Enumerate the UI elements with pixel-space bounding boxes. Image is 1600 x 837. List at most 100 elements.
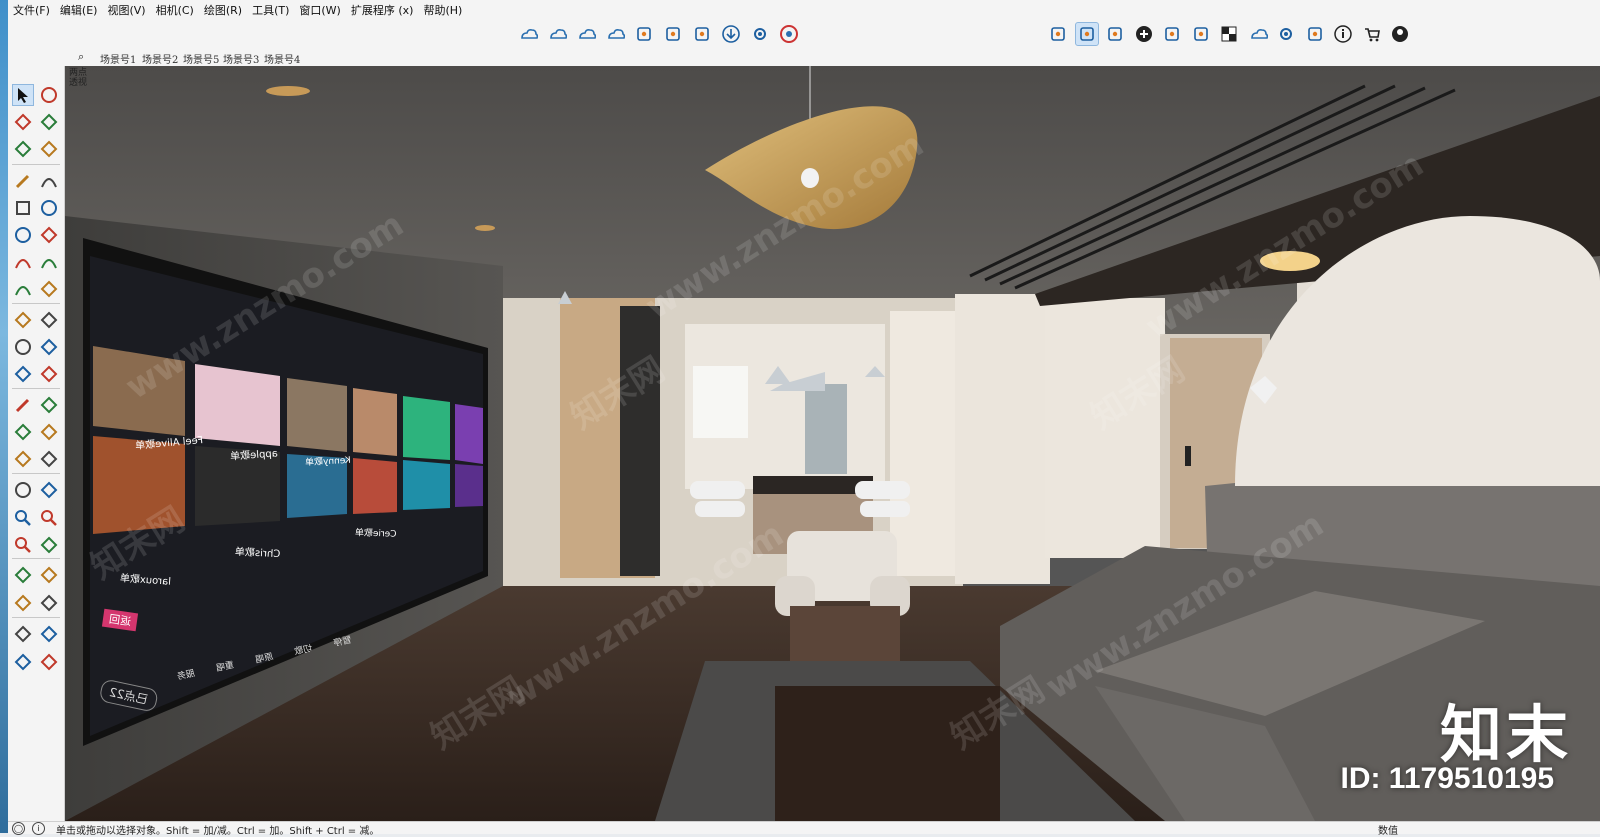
scene-tab[interactable]: 场景号3 <box>223 51 259 66</box>
move-icon[interactable] <box>12 309 34 331</box>
toolbar-divider <box>12 303 60 304</box>
two-point-arc-icon[interactable] <box>38 251 60 273</box>
info-icon[interactable]: i <box>32 822 45 835</box>
sandbox-scratch-icon[interactable] <box>38 623 60 645</box>
rect-select-icon[interactable] <box>632 22 656 46</box>
geolocation-icon[interactable]: ◯ <box>12 822 25 835</box>
select-arrow-icon[interactable] <box>12 84 34 106</box>
info-icon[interactable] <box>1331 22 1355 46</box>
menu-item[interactable]: 帮助(H) <box>418 2 467 18</box>
stamp-icon[interactable] <box>38 651 60 673</box>
interior-render <box>65 66 1600 821</box>
shield-icon[interactable] <box>1160 22 1184 46</box>
paint-bucket-icon[interactable] <box>12 111 34 133</box>
viewport[interactable]: 两点 透视 Feel Alive歌单 apple歌单 Kenny歌单 Cerie… <box>65 66 1600 821</box>
text-label-icon[interactable] <box>38 421 60 443</box>
folder-icon[interactable] <box>1303 22 1327 46</box>
pencil-line-icon[interactable] <box>12 170 34 192</box>
pie-icon[interactable] <box>38 278 60 300</box>
layer-check-icon[interactable] <box>1046 22 1070 46</box>
camera-switch-icon[interactable] <box>1103 22 1127 46</box>
scene-tab[interactable]: 场景号5 <box>183 51 219 66</box>
toolbar-divider <box>12 558 60 559</box>
orbit-icon[interactable] <box>38 84 60 106</box>
menu-item[interactable]: 视图(V) <box>102 2 150 18</box>
position-camera-icon[interactable] <box>12 564 34 586</box>
polygon-icon[interactable] <box>38 224 60 246</box>
main-toolbar <box>8 20 1600 49</box>
rotate-icon[interactable] <box>12 336 34 358</box>
tv-tile-label: Chris歌单 <box>234 546 281 561</box>
books-icon[interactable] <box>1189 22 1213 46</box>
toolbar-divider <box>12 164 60 165</box>
smoove-icon[interactable] <box>12 651 34 673</box>
cloud-share-icon[interactable] <box>545 22 569 46</box>
zoom-icon[interactable] <box>12 507 34 529</box>
menu-item[interactable]: 扩展程序 (x) <box>346 2 419 18</box>
three-point-arc-icon[interactable] <box>12 278 34 300</box>
menu-item[interactable]: 工具(T) <box>247 2 294 18</box>
sandbox-contours-icon[interactable] <box>12 623 34 645</box>
dimension-icon[interactable] <box>38 394 60 416</box>
zoom-extents-icon[interactable] <box>12 534 34 556</box>
add-circle-icon[interactable] <box>1132 22 1156 46</box>
pan-hand-icon[interactable] <box>38 479 60 501</box>
checker-icon[interactable] <box>1217 22 1241 46</box>
freehand-icon[interactable] <box>38 170 60 192</box>
search-icon[interactable]: ⌕ <box>78 50 84 64</box>
menu-item[interactable]: 相机(C) <box>151 2 199 18</box>
circle-icon[interactable] <box>12 224 34 246</box>
menu-item[interactable]: 文件(F) <box>8 2 55 18</box>
gear-sparkle-icon[interactable] <box>1274 22 1298 46</box>
offset-icon[interactable] <box>38 363 60 385</box>
previous-view-icon[interactable] <box>38 534 60 556</box>
axes-icon[interactable] <box>12 448 34 470</box>
tape-measure-icon[interactable] <box>12 394 34 416</box>
rectangle-icon[interactable] <box>12 197 34 219</box>
scene-tab[interactable]: 场景号4 <box>264 51 300 66</box>
toolbar-divider <box>12 473 60 474</box>
make-component-icon[interactable] <box>12 138 34 160</box>
scene-tab[interactable]: 场景号1 <box>100 51 136 66</box>
cloud-sync-icon[interactable] <box>516 22 540 46</box>
rotated-rect-icon[interactable] <box>38 197 60 219</box>
refresh-check-icon[interactable] <box>690 22 714 46</box>
download-icon[interactable] <box>719 22 743 46</box>
cloud-list-icon[interactable] <box>603 22 627 46</box>
menu-item[interactable]: 编辑(E) <box>55 2 103 18</box>
measurements-label: 数值 <box>1378 826 1398 837</box>
push-pull-icon[interactable] <box>38 309 60 331</box>
status-bar: ◯ i 单击或拖动以选择对象。Shift = 加/减。Ctrl = 加。Shif… <box>8 821 1600 837</box>
swap-window-icon[interactable] <box>1074 22 1099 46</box>
component-icon[interactable] <box>661 22 685 46</box>
toolbar-divider <box>12 617 60 618</box>
model-id: ID: 1179510195 <box>1340 762 1554 795</box>
3d-text-icon[interactable] <box>38 448 60 470</box>
cloud-check-icon[interactable] <box>574 22 598 46</box>
look-around-icon[interactable] <box>38 564 60 586</box>
menu-item[interactable]: 绘图(R) <box>199 2 247 18</box>
eraser-icon[interactable] <box>38 111 60 133</box>
follow-me-icon[interactable] <box>38 336 60 358</box>
user-icon[interactable] <box>1388 22 1412 46</box>
menu-item[interactable]: 窗口(W) <box>294 2 345 18</box>
settings-gear-icon[interactable] <box>748 22 772 46</box>
brand-logo: 知末 <box>1439 698 1572 771</box>
protractor-icon[interactable] <box>12 421 34 443</box>
menu-bar: 文件(F) 编辑(E) 视图(V) 相机(C) 绘图(R) 工具(T) 窗口(W) 扩展程序 … <box>8 0 1600 20</box>
scene-tab[interactable]: 场景号2 <box>142 51 178 66</box>
walk-icon[interactable] <box>12 592 34 614</box>
tv-tile-label: Cerie歌单 <box>354 528 397 540</box>
camera-mode-label: 两点 透视 <box>69 68 88 88</box>
section-plane-icon[interactable] <box>38 592 60 614</box>
scale-icon[interactable] <box>12 363 34 385</box>
status-text: 单击或拖动以选择对象。Shift = 加/减。Ctrl = 加。Shift + … <box>56 826 380 837</box>
scene-tab-bar: ⌕ 场景号1 场景号2 场景号5 场景号3 场景号4 <box>8 48 1600 66</box>
orbit-view-icon[interactable] <box>12 479 34 501</box>
cloud-upload-icon[interactable] <box>1246 22 1270 46</box>
tag-tool-icon[interactable] <box>38 138 60 160</box>
arc-icon[interactable] <box>12 251 34 273</box>
cart-icon[interactable] <box>1360 22 1384 46</box>
zoom-window-icon[interactable] <box>38 507 60 529</box>
chrome-icon[interactable] <box>777 22 801 46</box>
